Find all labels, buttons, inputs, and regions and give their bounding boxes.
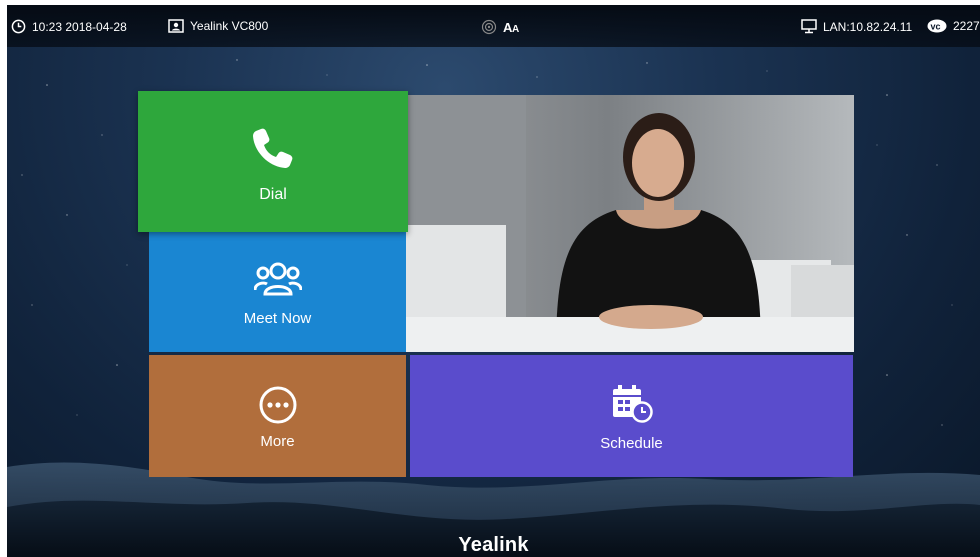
dial-tile[interactable]: Dial <box>138 91 408 232</box>
dial-label: Dial <box>259 186 287 203</box>
woman-at-desk-image <box>406 95 854 352</box>
svg-text:vc: vc <box>931 22 941 32</box>
meeting-room-photo <box>406 95 854 352</box>
clock-display: 10:23 2018-04-28 <box>11 19 127 34</box>
device-name-text: Yealink VC800 <box>190 19 269 33</box>
people-icon <box>253 262 302 296</box>
device-name-display: Yealink VC800 <box>168 19 268 33</box>
home-screen: 10:23 2018-04-28 Yealink VC800 A A LAN:1… <box>7 5 980 557</box>
clock-text: 10:23 2018-04-28 <box>32 19 127 34</box>
network-status: LAN:10.82.24.11 <box>801 19 912 34</box>
calendar-clock-icon <box>612 385 653 423</box>
vc-id-text: 2227 <box>953 19 980 33</box>
meet-now-label: Meet Now <box>243 310 312 327</box>
clock-icon <box>11 19 26 34</box>
schedule-label: Schedule <box>600 435 663 452</box>
lan-text: LAN:10.82.24.11 <box>823 19 913 34</box>
more-tile[interactable]: More <box>149 355 406 477</box>
wireless-presenter-icon <box>481 19 497 35</box>
more-label: More <box>260 433 295 450</box>
meet-now-tile[interactable]: Meet Now <box>149 232 406 352</box>
contact-card-icon <box>168 19 184 33</box>
ellipsis-icon <box>259 386 296 424</box>
font-size-icon[interactable]: A A <box>503 20 523 34</box>
center-status-icons: A A <box>481 19 523 35</box>
monitor-network-icon <box>801 19 817 34</box>
vc-badge-icon: vc <box>927 19 947 33</box>
vc-status: vc 2227 <box>927 19 980 33</box>
phone-icon <box>253 128 293 168</box>
status-bar: 10:23 2018-04-28 Yealink VC800 A A LAN:1… <box>7 5 980 47</box>
svg-text:A: A <box>512 24 519 34</box>
schedule-tile[interactable]: Schedule <box>410 355 853 477</box>
brand-logo: Yealink <box>458 534 529 556</box>
